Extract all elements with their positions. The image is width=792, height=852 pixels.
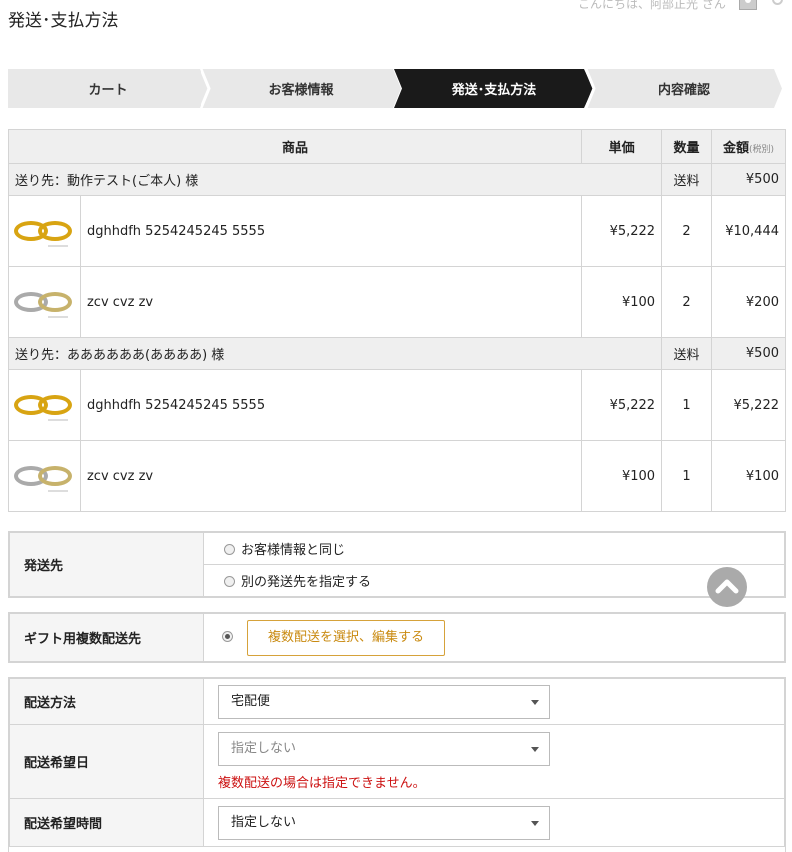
option-other-destination[interactable]: 別の発送先を指定する: [203, 564, 785, 597]
unit-price: ¥100: [581, 266, 663, 338]
step-shipping-payment-label: 発送･支払方法: [451, 83, 537, 98]
ship-to-row: 送り先：動作テスト(ご本人) 様 送料 ¥500: [7, 163, 786, 196]
delivery-method-select[interactable]: 宅配便: [218, 684, 550, 719]
step-customer-info[interactable]: お客様情報: [201, 69, 401, 108]
quantity: 2: [661, 266, 712, 338]
unit-price: ¥5,222: [581, 195, 663, 267]
product-name[interactable]: zcv cvz zv: [79, 266, 583, 338]
gift-section: ギフト用複数配送先 複数配送を選択、編集する: [8, 612, 786, 663]
destination-label: 発送先: [9, 532, 204, 597]
product-name[interactable]: dghhdfh 5254245245 5555: [79, 195, 583, 267]
chevron-down-icon: [531, 747, 539, 752]
product-thumbnail[interactable]: [8, 266, 81, 338]
header-amount: 金額(税別): [711, 129, 786, 164]
page-title: 発送･支払方法: [8, 11, 119, 31]
header-qty: 数量: [661, 129, 712, 164]
radio-other-destination[interactable]: [224, 576, 235, 587]
line-amount: ¥10,444: [711, 195, 786, 267]
ship-to-label: 送り先：動作テスト(ご本人) 様: [7, 163, 663, 196]
edit-multi-delivery-button[interactable]: 複数配送を選択、編集する: [247, 619, 446, 656]
header-unit-price: 単価: [581, 129, 663, 164]
table-row: dghhdfh 5254245245 5555 ¥5,222 2 ¥10,444: [8, 195, 786, 267]
scroll-to-top-button[interactable]: [707, 567, 747, 607]
option-same-as-customer[interactable]: お客様情報と同じ: [203, 532, 785, 565]
quantity: 2: [661, 195, 712, 267]
avatar[interactable]: [739, 0, 757, 10]
destination-section: 発送先 お客様情報と同じ 別の発送先を指定する: [8, 531, 786, 598]
delivery-date-select[interactable]: 指定しない: [218, 732, 550, 766]
delivery-time-select[interactable]: 指定しない: [218, 805, 550, 840]
step-customer-info-label: お客様情報: [268, 83, 334, 98]
chevron-up-icon: [715, 579, 739, 594]
ship-to-label: 送り先：ああああああ(ああああ) 様: [7, 337, 663, 370]
step-cart[interactable]: カート: [8, 69, 208, 108]
ring-image: [12, 211, 76, 251]
header-product: 商品: [7, 129, 583, 164]
chevron-down-icon: [531, 820, 539, 826]
product-name[interactable]: dghhdfh 5254245245 5555: [79, 369, 583, 441]
table-row: zcv cvz zv ¥100 2 ¥200: [8, 266, 786, 338]
delivery-date-error: 複数配送の場合は指定できません。: [218, 776, 426, 791]
ship-to-row: 送り先：ああああああ(ああああ) 様 送料 ¥500: [7, 337, 786, 370]
step-confirm-label: 内容確認: [657, 83, 710, 98]
gift-label: ギフト用複数配送先: [9, 613, 204, 662]
product-thumbnail[interactable]: [8, 195, 81, 267]
delivery-time-label: 配送希望時間: [9, 798, 204, 847]
ring-image: [12, 385, 76, 425]
product-thumbnail[interactable]: [8, 440, 81, 512]
quantity: 1: [661, 440, 712, 512]
step-cart-label: カート: [88, 83, 128, 98]
line-amount: ¥200: [711, 266, 786, 338]
line-amount: ¥5,222: [711, 369, 786, 441]
table-row: dghhdfh 5254245245 5555 ¥5,222 1 ¥5,222: [8, 369, 786, 441]
table-row: zcv cvz zv ¥100 1 ¥100: [8, 440, 786, 512]
chevron-down-icon: [531, 699, 539, 705]
checkout-steps: カート お客様情報 発送･支払方法 内容確認: [8, 69, 782, 108]
product-name[interactable]: zcv cvz zv: [79, 440, 583, 512]
delivery-method-label: 配送方法: [9, 678, 204, 725]
radio-gift-multi[interactable]: [222, 631, 233, 642]
line-amount: ¥100: [711, 440, 786, 512]
radio-same-as-customer[interactable]: [224, 544, 235, 555]
product-thumbnail[interactable]: [8, 369, 81, 441]
shipping-label: 送料: [661, 337, 712, 370]
shipping-fee: ¥500: [711, 337, 786, 370]
search-icon[interactable]: [772, 0, 783, 5]
unit-price: ¥5,222: [581, 369, 663, 441]
delivery-section: 配送方法 宅配便 配送希望日 指定しない 複数配送の場合は指定できません。 配送…: [8, 677, 786, 852]
quantity: 1: [661, 369, 712, 441]
step-shipping-payment[interactable]: 発送･支払方法: [394, 69, 594, 108]
ring-image: [12, 456, 76, 496]
shipping-label: 送料: [661, 163, 712, 196]
delivery-date-label: 配送希望日: [9, 724, 204, 799]
table-header-row: 商品 単価 数量 金額(税別): [7, 129, 786, 164]
shipping-fee: ¥500: [711, 163, 786, 196]
ring-image: [12, 282, 76, 322]
greeting-text: こんにちは、阿部正光 さん: [578, 0, 726, 11]
unit-price: ¥100: [581, 440, 663, 512]
step-confirm[interactable]: 内容確認: [586, 69, 782, 108]
order-items-table: 商品 単価 数量 金額(税別) 送り先：動作テスト(ご本人) 様 送料 ¥500…: [7, 129, 786, 512]
